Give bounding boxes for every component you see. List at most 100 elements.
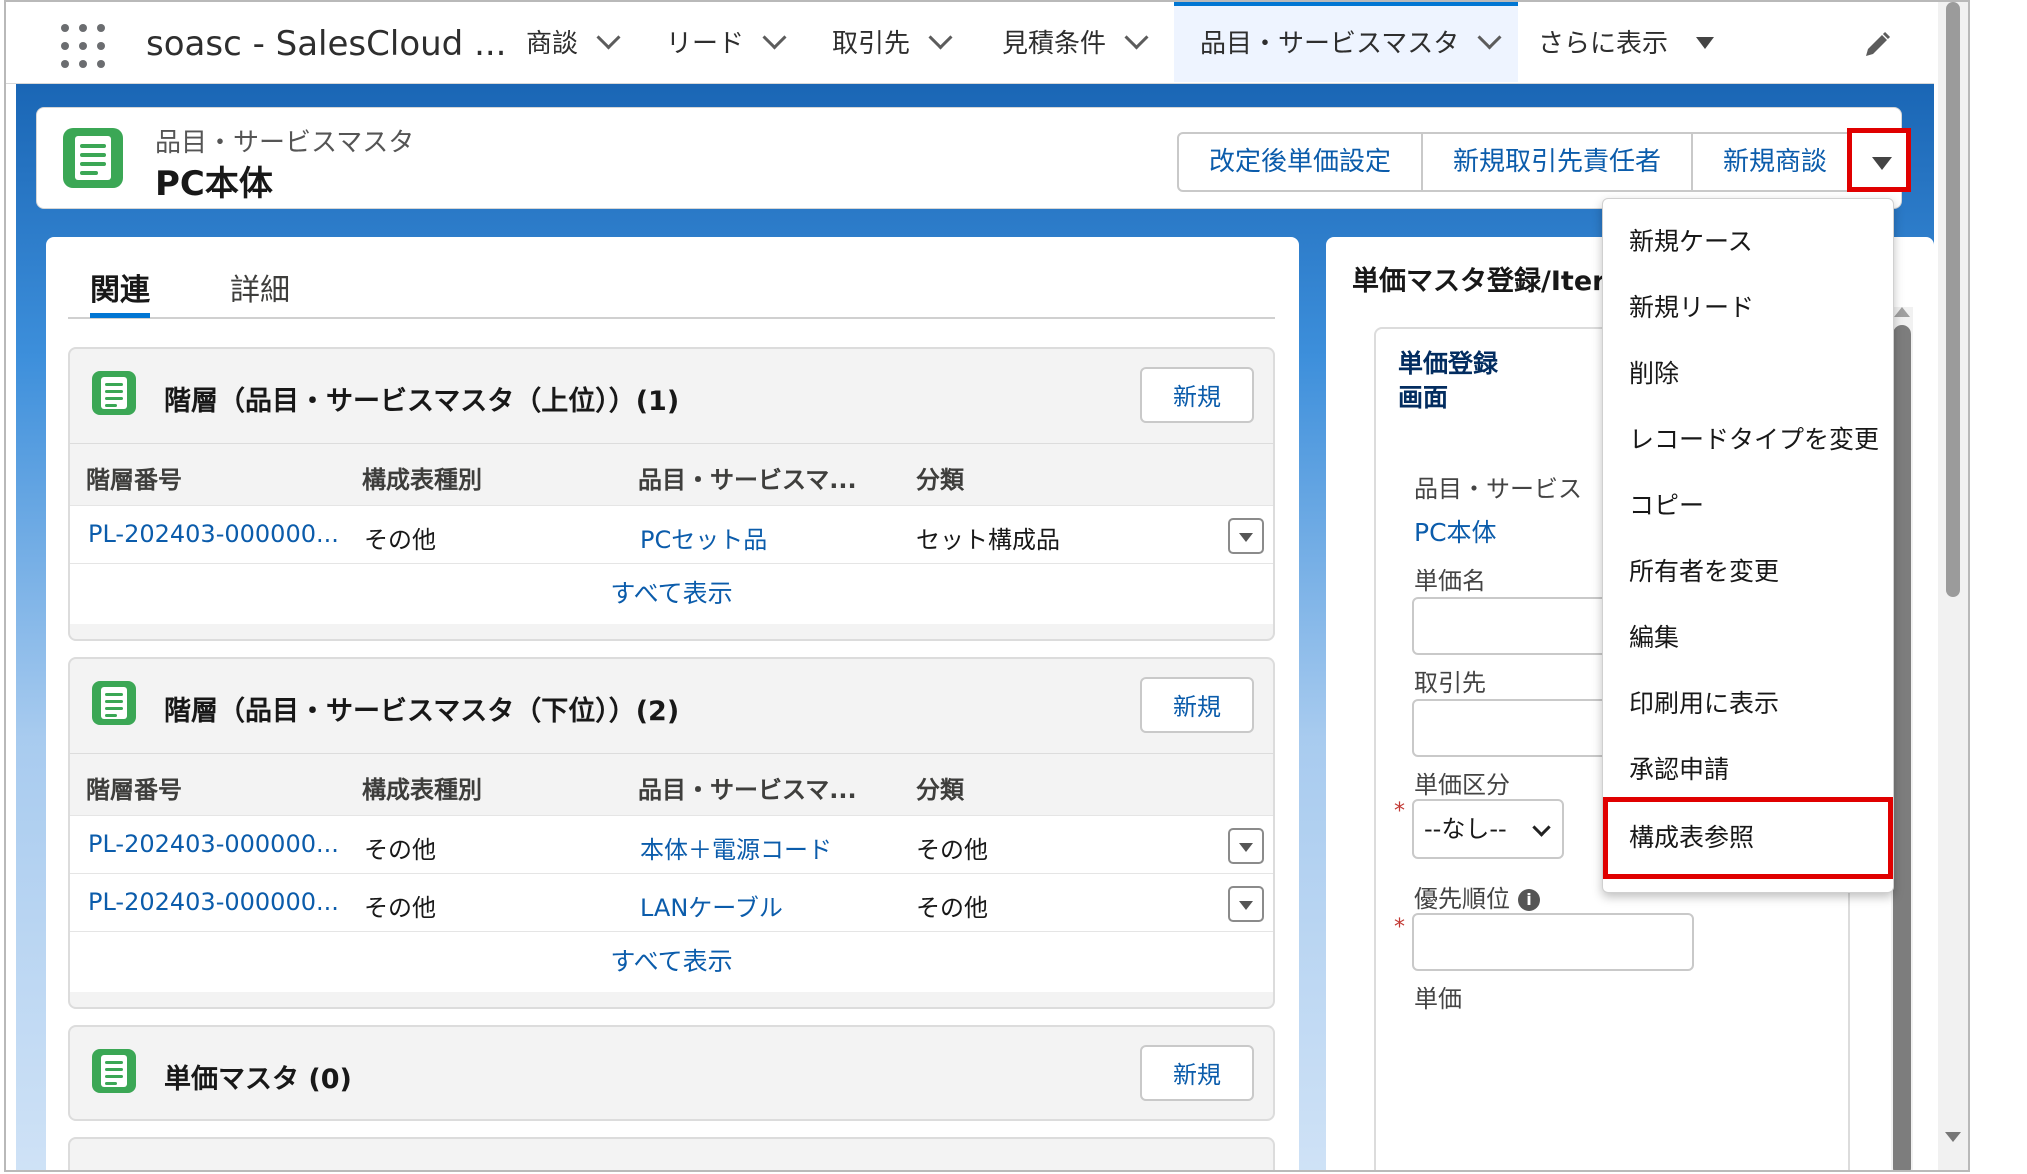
scroll-up-icon[interactable]	[1894, 307, 1910, 317]
scrollbar-thumb[interactable]	[1946, 2, 1960, 597]
column-header[interactable]: 分類	[916, 770, 964, 805]
price-label: 単価	[1414, 985, 1462, 1013]
view-all-link[interactable]: すべて表示	[70, 563, 1273, 624]
hierarchy-number-link[interactable]: PL-202403-000000...	[88, 520, 339, 548]
cell-type: その他	[364, 894, 436, 922]
form-title-line: 画面	[1398, 383, 1449, 412]
menu-item-bom-reference[interactable]: 構成表参照	[1603, 797, 1893, 879]
menu-item-submit-approval[interactable]: 承認申請	[1603, 737, 1893, 803]
nav-tab-label: 商談	[526, 29, 579, 59]
related-panel: 関連 詳細 階層（品目・サービスマスタ（上位））(1) 新規 階層番号 構成表種…	[46, 237, 1299, 1170]
more-actions-menu: 新規ケース 新規リード 削除 レコードタイプを変更 コピー 所有者を変更 編集 …	[1602, 198, 1894, 893]
priority-label: 優先順位 i	[1414, 879, 1540, 914]
cell-type: その他	[364, 526, 436, 554]
column-header[interactable]: 階層番号	[86, 460, 182, 495]
menu-item-edit[interactable]: 編集	[1603, 605, 1893, 671]
pencil-icon[interactable]	[1862, 30, 1892, 60]
column-header[interactable]: 構成表種別	[362, 770, 482, 805]
caret-down-icon	[1239, 901, 1253, 910]
new-button[interactable]: 新規	[1140, 1045, 1254, 1101]
table-row: PL-202403-000000... その他 LANケーブル その他	[70, 873, 1273, 932]
menu-item-copy[interactable]: コピー	[1603, 473, 1893, 539]
app-name: soasc - SalesCloud ...	[146, 24, 507, 64]
scroll-down-icon[interactable]	[1945, 1132, 1961, 1142]
column-header[interactable]: 分類	[916, 460, 964, 495]
item-link[interactable]: PCセット品	[640, 520, 767, 555]
hierarchy-number-link[interactable]: PL-202403-000000...	[88, 888, 339, 916]
cell-category: その他	[916, 836, 988, 864]
item-field-label: 品目・サービス	[1414, 475, 1582, 503]
nav-tab-item-master[interactable]: 品目・サービスマスタ	[1174, 2, 1518, 82]
row-action-menu[interactable]	[1228, 518, 1264, 554]
new-button[interactable]: 新規	[1140, 367, 1254, 423]
nav-tab-quote-terms[interactable]: 見積条件	[1002, 2, 1149, 82]
browser-frame: soasc - SalesCloud ... 商談 リード 取引先 見積条件 品…	[4, 0, 1970, 1172]
cell-type: その他	[364, 836, 436, 864]
card-title: 単価マスタ (0)	[164, 1064, 352, 1095]
table-header: 階層番号 構成表種別 品目・サービスマ... 分類	[70, 753, 1273, 816]
item-master-icon	[63, 128, 123, 188]
menu-item-change-owner[interactable]: 所有者を変更	[1603, 539, 1893, 605]
table-row: PL-202403-000000... その他 PCセット品 セット構成品	[70, 505, 1273, 564]
more-actions-button[interactable]	[1847, 128, 1911, 192]
row-action-menu[interactable]	[1228, 828, 1264, 864]
tab-details[interactable]: 詳細	[230, 265, 290, 315]
item-field-value[interactable]: PC本体	[1414, 513, 1497, 549]
nav-more[interactable]: さらに表示	[1538, 2, 1715, 82]
object-label: 品目・サービスマスタ	[155, 128, 415, 158]
column-header[interactable]: 品目・サービスマ...	[638, 460, 857, 495]
nav-tab-label: 取引先	[832, 29, 911, 59]
nav-tab-lead[interactable]: リード	[666, 2, 787, 82]
header-action-group: 改定後単価設定 新規取引先責任者 新規商談	[1177, 132, 1880, 192]
menu-item-new-case[interactable]: 新規ケース	[1603, 209, 1893, 275]
scrollbar-thumb[interactable]	[1893, 325, 1911, 1170]
related-card-child-hierarchy: 階層（品目・サービスマスタ（下位））(2) 新規 階層番号 構成表種別 品目・サ…	[68, 657, 1275, 1009]
price-class-select[interactable]: --なし--	[1412, 799, 1564, 859]
chevron-down-icon[interactable]	[1477, 25, 1502, 50]
nav-tab-label: リード	[666, 29, 745, 59]
chevron-down-icon[interactable]	[596, 25, 621, 50]
panel-scrollbar[interactable]	[1891, 307, 1913, 1170]
priority-input[interactable]	[1412, 913, 1694, 971]
app-launcher-icon[interactable]	[61, 24, 105, 68]
item-link[interactable]: LANケーブル	[640, 888, 783, 923]
row-action-menu[interactable]	[1228, 886, 1264, 922]
revised-price-button[interactable]: 改定後単価設定	[1179, 134, 1424, 190]
new-button[interactable]: 新規	[1140, 677, 1254, 733]
hierarchy-number-link[interactable]: PL-202403-000000...	[88, 830, 339, 858]
new-contact-button[interactable]: 新規取引先責任者	[1423, 134, 1694, 190]
price-name-label: 単価名	[1414, 567, 1486, 595]
menu-item-new-lead[interactable]: 新規リード	[1603, 275, 1893, 341]
menu-item-printable-view[interactable]: 印刷用に表示	[1603, 671, 1893, 737]
column-header[interactable]: 品目・サービスマ...	[638, 770, 857, 805]
caret-down-icon	[1239, 843, 1253, 852]
chevron-down-icon[interactable]	[928, 25, 953, 50]
priority-label-text: 優先順位	[1414, 885, 1510, 913]
item-master-icon	[92, 371, 136, 415]
price-class-label: 単価区分	[1414, 771, 1510, 799]
info-icon[interactable]: i	[1518, 889, 1540, 911]
column-header[interactable]: 構成表種別	[362, 460, 482, 495]
item-link[interactable]: 本体＋電源コード	[640, 830, 832, 865]
page-scrollbar[interactable]	[1938, 2, 1968, 1170]
required-mark: *	[1394, 915, 1405, 940]
nav-tab-opportunity[interactable]: 商談	[526, 2, 621, 82]
view-all-link[interactable]: すべて表示	[70, 931, 1273, 992]
caret-down-icon	[1696, 37, 1715, 49]
global-nav: soasc - SalesCloud ... 商談 リード 取引先 見積条件 品…	[6, 2, 1934, 84]
record-header: 品目・サービスマスタ PC本体 改定後単価設定 新規取引先責任者 新規商談	[36, 107, 1911, 209]
nav-tab-account[interactable]: 取引先	[832, 2, 953, 82]
card-title: 階層（品目・サービスマスタ（上位））(1)	[164, 386, 680, 417]
tab-related[interactable]: 関連	[90, 265, 150, 318]
chevron-down-icon[interactable]	[1124, 25, 1149, 50]
caret-down-icon	[1872, 157, 1892, 170]
column-header[interactable]: 階層番号	[86, 770, 182, 805]
menu-item-delete[interactable]: 削除	[1603, 341, 1893, 407]
caret-down-icon	[1239, 533, 1253, 542]
related-card-parent-hierarchy: 階層（品目・サービスマスタ（上位））(1) 新規 階層番号 構成表種別 品目・サ…	[68, 347, 1275, 641]
chevron-down-icon[interactable]	[762, 25, 787, 50]
nav-more-label: さらに表示	[1538, 29, 1669, 59]
record-tabs: 関連 詳細	[68, 265, 1275, 319]
menu-item-change-record-type[interactable]: レコードタイプを変更	[1603, 407, 1893, 473]
nav-tab-label: 見積条件	[1002, 29, 1107, 59]
